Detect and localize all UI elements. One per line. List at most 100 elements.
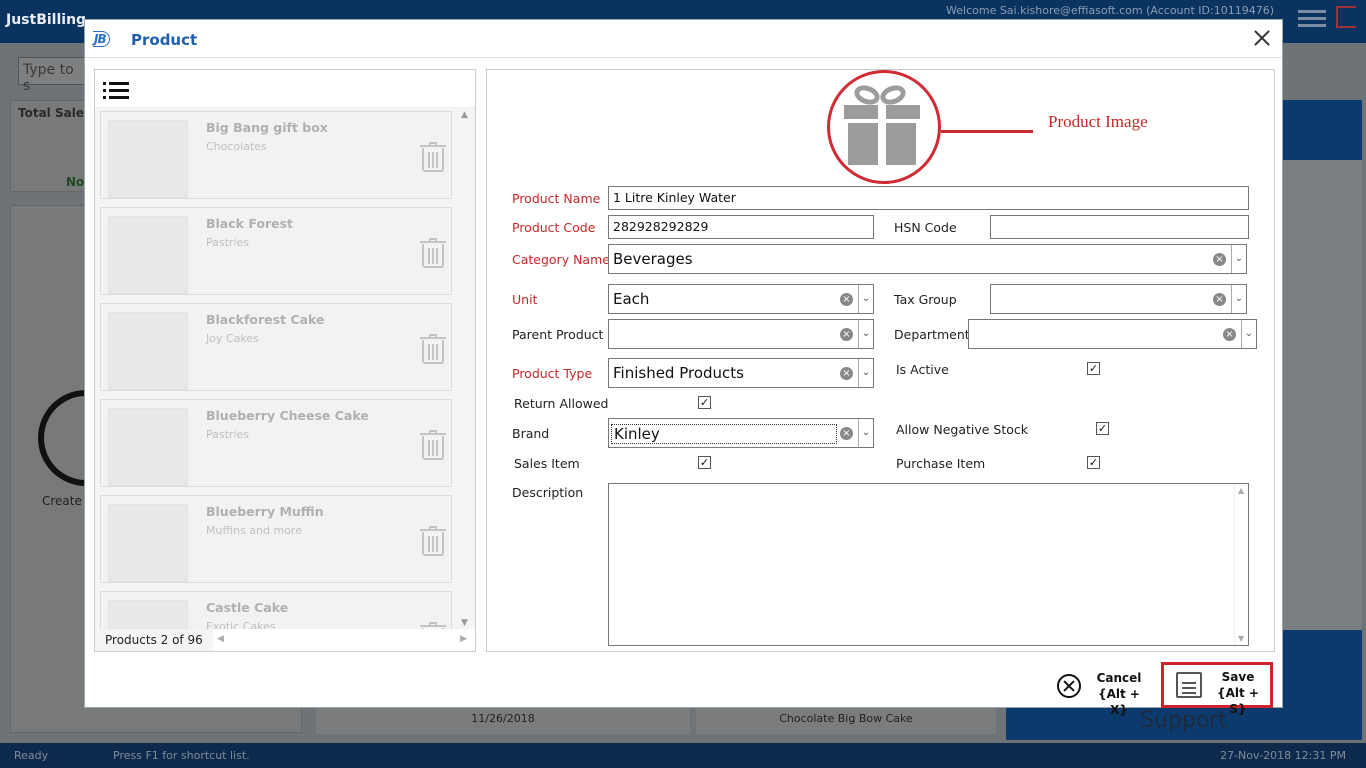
clear-icon[interactable]: × [1213,293,1226,306]
chevron-down-icon[interactable]: ⌄ [858,285,873,313]
product-form: Product Image Product Name 1 Litre Kinle… [486,69,1275,652]
product-thumbnail [108,600,188,630]
gift-icon[interactable] [840,82,924,167]
product-type-value: Finished Products [613,364,744,382]
product-name-field[interactable]: 1 Litre Kinley Water [608,186,1249,210]
clear-icon[interactable]: × [1223,328,1236,341]
product-name: Castle Cake [206,600,289,615]
hamburger-menu-icon[interactable] [1298,10,1326,31]
list-item[interactable]: Blueberry Cheese Cake Pastries [100,399,452,487]
department-combo[interactable]: × ⌄ [968,319,1257,349]
scroll-down-icon[interactable]: ▼ [461,618,468,628]
product-name: Blackforest Cake [206,312,325,327]
list-item[interactable]: Blueberry Muffin Muffins and more [100,495,452,583]
cancel-label: Cancel [1096,671,1142,685]
jb-logo-icon: JB [93,29,110,47]
allow-negative-stock-label: Allow Negative Stock [896,422,1029,437]
purchase-item-checkbox[interactable]: ✓ [1087,456,1100,469]
parent-product-combo[interactable]: × ⌄ [608,319,874,349]
clear-icon[interactable]: × [840,367,853,380]
brand-combo[interactable]: Kinley × ⌄ [608,418,874,448]
scroll-left-icon[interactable]: ◀ [217,634,224,644]
close-icon[interactable] [1252,28,1272,48]
brand-label: Brand [512,426,550,441]
tax-group-label: Tax Group [894,292,957,307]
status-ready: Ready [14,749,49,762]
list-toolbar [95,70,475,108]
chevron-down-icon[interactable]: ⌄ [1241,320,1256,348]
description-scrollbar[interactable]: ▲ ▼ [1234,484,1248,645]
background-search-input[interactable]: Type to s [18,57,90,94]
list-horizontal-scrollbar[interactable]: ◀ ▶ [217,634,467,646]
unit-combo[interactable]: Each × ⌄ [608,284,874,314]
trash-icon[interactable] [420,142,446,172]
list-item[interactable]: Big Bang gift box Chocolates [100,111,452,199]
unit-value: Each [613,290,650,308]
trash-icon[interactable] [420,430,446,460]
product-code-label: Product Code [512,220,596,235]
tax-group-combo[interactable]: × ⌄ [990,284,1247,314]
chevron-down-icon[interactable]: ⌄ [1231,245,1246,273]
save-button[interactable]: Save {Alt + S} [1161,662,1273,716]
product-type-combo[interactable]: Finished Products × ⌄ [608,358,874,388]
product-category: Pastries [206,428,250,441]
is-active-checkbox[interactable]: ✓ [1087,362,1100,375]
category-name-combo[interactable]: Beverages × ⌄ [608,244,1247,274]
list-item[interactable]: Blackforest Cake Joy Cakes [100,303,452,391]
clear-icon[interactable]: × [840,427,853,440]
sales-item-label: Sales Item [514,456,580,471]
category-name-label: Category Name [512,252,610,267]
dialog-title-bar: JB Product [85,20,1282,58]
app-logo: JustBilling [6,12,87,28]
cancel-shortcut: {Alt + X} [1098,687,1140,717]
cancel-icon [1057,674,1081,698]
chevron-down-icon[interactable]: ⌄ [858,419,873,447]
list-view-icon[interactable] [103,82,129,100]
create-label: Create [42,494,82,508]
chevron-down-icon[interactable]: ⌄ [858,359,873,387]
dialog-title: Product [131,31,198,49]
welcome-text: Welcome Sai.kishore@effiasoft.com (Accou… [946,4,1274,17]
scroll-right-icon[interactable]: ▶ [460,634,467,644]
status-bar: Ready Press F1 for shortcut list. 27-Nov… [0,743,1366,768]
return-allowed-label: Return Allowed [514,396,609,411]
description-field[interactable]: ▲ ▼ [608,483,1249,646]
purchase-item-label: Purchase Item [896,456,986,471]
background-product-cell: Chocolate Big Bow Cake [696,708,996,734]
product-category: Muffins and more [206,524,302,537]
clear-icon[interactable]: × [1213,253,1226,266]
sales-item-checkbox[interactable]: ✓ [698,456,711,469]
hsn-code-field[interactable] [990,215,1249,239]
trash-icon[interactable] [420,526,446,556]
product-name: Blueberry Cheese Cake [206,408,369,423]
brand-value: Kinley [611,424,837,444]
clear-icon[interactable]: × [840,293,853,306]
cancel-button[interactable]: Cancel {Alt + X} [1055,668,1147,717]
trash-icon[interactable] [420,334,446,364]
exit-icon[interactable] [1336,6,1356,28]
list-item[interactable]: Castle Cake Exotic Cakes [100,591,452,630]
department-label: Department [894,327,970,342]
product-name-label: Product Name [512,191,601,206]
save-label: Save [1221,670,1255,684]
product-code-field[interactable]: 282928292829 [608,215,874,239]
no-label: No [66,175,85,189]
description-label: Description [512,485,584,500]
total-sales-label: Total Sales [18,106,92,120]
list-footer: Products 2 of 96 ◀ ▶ [95,629,475,651]
chevron-down-icon[interactable]: ⌄ [1231,285,1246,313]
product-list[interactable]: Big Bang gift box Chocolates Black Fores… [95,108,475,630]
clear-icon[interactable]: × [840,328,853,341]
chevron-down-icon[interactable]: ⌄ [858,320,873,348]
scroll-up-icon[interactable]: ▲ [461,110,468,120]
trash-icon[interactable] [420,238,446,268]
unit-label: Unit [512,292,538,307]
return-allowed-checkbox[interactable]: ✓ [698,396,711,409]
list-item[interactable]: Black Forest Pastries [100,207,452,295]
product-dialog: JB Product Big Bang gift box Chocolates … [84,19,1283,717]
product-type-label: Product Type [512,366,593,381]
allow-negative-stock-checkbox[interactable]: ✓ [1096,422,1109,435]
save-shortcut: {Alt + S} [1217,686,1259,716]
list-vertical-scrollbar[interactable]: ▲ ▼ [459,108,473,630]
category-name-value: Beverages [613,250,693,268]
